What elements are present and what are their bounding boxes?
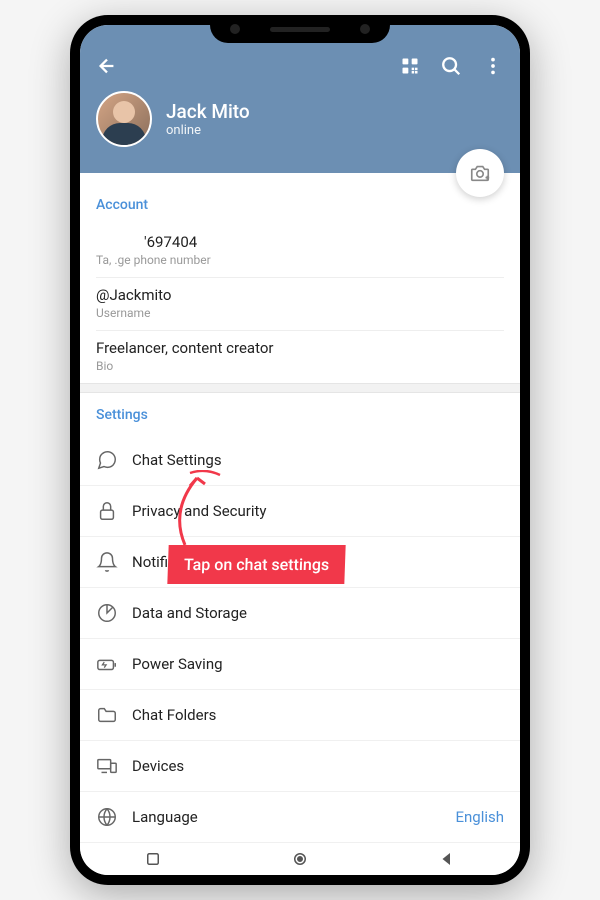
globe-icon [96, 806, 132, 828]
settings-item-power[interactable]: Power Saving [80, 639, 520, 690]
username-value: @Jackmito [96, 286, 504, 304]
lock-icon [96, 500, 132, 522]
nav-recent-icon[interactable] [144, 850, 162, 868]
username-label: Username [96, 306, 504, 320]
settings-item-label: Chat Folders [132, 706, 504, 724]
bio-label: Bio [96, 359, 504, 373]
annotation-callout: Tap on chat settings [167, 545, 346, 584]
android-nav-bar [80, 843, 520, 875]
username-field[interactable]: @Jackmito Username [96, 278, 504, 331]
devices-icon [96, 755, 132, 777]
settings-item-label: Power Saving [132, 655, 504, 673]
phone-field[interactable]: '697404 Ta, .ge phone number [96, 225, 504, 278]
account-section-title: Account [96, 197, 504, 213]
settings-section-title: Settings [96, 407, 504, 423]
bio-value: Freelancer, content creator [96, 339, 504, 357]
pie-icon [96, 602, 132, 624]
more-icon[interactable] [482, 55, 504, 77]
chat-icon [96, 449, 132, 471]
settings-item-folders[interactable]: Chat Folders [80, 690, 520, 741]
section-divider [80, 383, 520, 393]
search-icon[interactable] [440, 55, 462, 77]
phone-value: '697404 [96, 233, 197, 251]
settings-item-devices[interactable]: Devices [80, 741, 520, 792]
settings-list: Chat Settings Privacy and Security Notif… [80, 435, 520, 843]
folder-icon [96, 704, 132, 726]
camera-button[interactable] [456, 149, 504, 197]
nav-back-icon[interactable] [438, 850, 456, 868]
phone-label: Ta, .ge phone number [96, 253, 504, 267]
settings-item-label: Chat Settings [132, 451, 504, 469]
battery-icon [96, 653, 132, 675]
profile-header: Jack Mito online [80, 25, 520, 173]
settings-item-label: Data and Storage [132, 604, 504, 622]
settings-item-language[interactable]: Language English [80, 792, 520, 843]
avatar[interactable] [96, 91, 152, 147]
profile-status: online [166, 123, 250, 138]
profile-name: Jack Mito [166, 100, 250, 123]
settings-item-label: Language [132, 808, 455, 826]
settings-item-privacy[interactable]: Privacy and Security [80, 486, 520, 537]
settings-item-label: Devices [132, 757, 504, 775]
settings-item-data[interactable]: Data and Storage [80, 588, 520, 639]
qr-code-icon[interactable] [400, 56, 420, 76]
bio-field[interactable]: Freelancer, content creator Bio [96, 331, 504, 383]
back-icon[interactable] [96, 55, 118, 77]
settings-item-value: English [455, 808, 504, 826]
settings-item-chat[interactable]: Chat Settings [80, 435, 520, 486]
bell-icon [96, 551, 132, 573]
nav-home-icon[interactable] [291, 850, 309, 868]
